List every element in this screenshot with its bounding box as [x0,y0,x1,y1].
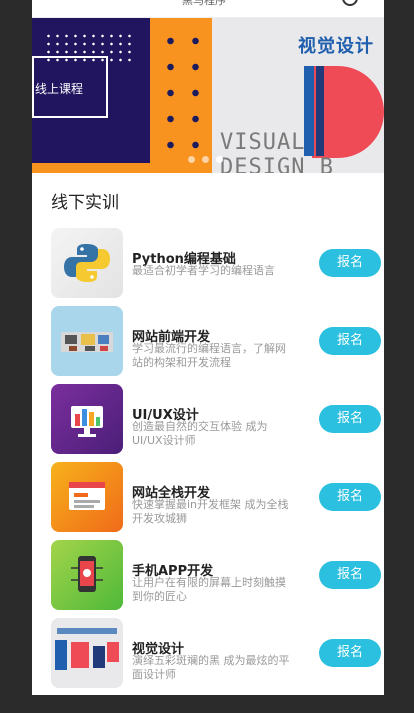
course-desc: 创造最自然的交互体验 成为UI/UX设计师 [132,420,268,447]
banner-carousel[interactable]: 线上课程 视觉设计 VISUAL DESIGN B [32,18,384,173]
ui-design-icon [51,384,123,454]
list-item[interactable]: UI/UX设计 创造最自然的交互体验 成为UI/UX设计师 报名 [51,384,381,462]
pager-dot[interactable] [188,156,195,163]
banner-dark-dots [158,28,208,163]
list-item[interactable]: 视觉设计 演绎五彩斑斓的黑 成为最炫的平面设计师 报名 [51,618,381,695]
course-desc: 快速掌握最in开发框架 成为全栈开发攻城狮 [132,498,289,525]
enroll-button[interactable]: 报名 [319,327,381,355]
course-list: Python编程基础 最适合初学者学习的编程语言 报名 网站前端开发 学习最流行… [51,228,381,695]
course-desc: 学习最流行的编程语言，了解网站的构架和开发流程 [132,342,286,369]
banner-slide-visual-design[interactable]: 视觉设计 VISUAL DESIGN B [212,18,384,173]
visual-design-icon [51,618,123,688]
enroll-button[interactable]: 报名 [319,405,381,433]
top-bar-title: 黑马程序 [182,0,226,7]
enroll-button[interactable]: 报名 [319,249,381,277]
list-item[interactable]: 网站全栈开发 快速掌握最in开发框架 成为全栈开发攻城狮 报名 [51,462,381,540]
course-desc: 最适合初学者学习的编程语言 [132,264,275,277]
search-icon[interactable] [342,0,358,6]
pager-dot[interactable] [202,156,209,163]
top-bar: 黑马程序 [32,0,384,18]
enroll-button[interactable]: 报名 [319,639,381,667]
section-title: 线下实训 [51,193,119,213]
course-desc: 演绎五彩斑斓的黑 成为最炫的平面设计师 [132,654,290,681]
pager-dot-active[interactable] [216,156,223,163]
mobile-app-icon [51,540,123,610]
enroll-button[interactable]: 报名 [319,561,381,589]
list-item[interactable]: 手机APP开发 让用户在有限的屏幕上时刻触摸到你的匠心 报名 [51,540,381,618]
course-desc: 让用户在有限的屏幕上时刻触摸到你的匠心 [132,576,286,603]
banner-right-heading: 视觉设计 [298,36,374,57]
banner-slide-online[interactable]: 线上课程 [32,18,212,173]
list-item[interactable]: 网站前端开发 学习最流行的编程语言，了解网站的构架和开发流程 报名 [51,306,381,384]
banner-right-subtext: VISUAL DESIGN B [220,130,334,173]
python-logo-icon [51,228,123,298]
fullstack-icon [51,462,123,532]
enroll-button[interactable]: 报名 [319,483,381,511]
web-frontend-icon [51,306,123,376]
app-screen: 黑马程序 线上课程 视觉设计 VISUAL DESIGN B 线下实训 Pyth… [32,0,384,695]
carousel-pager [188,156,223,163]
banner-left-text: 线上课程 [35,82,84,96]
list-item[interactable]: Python编程基础 最适合初学者学习的编程语言 报名 [51,228,381,306]
